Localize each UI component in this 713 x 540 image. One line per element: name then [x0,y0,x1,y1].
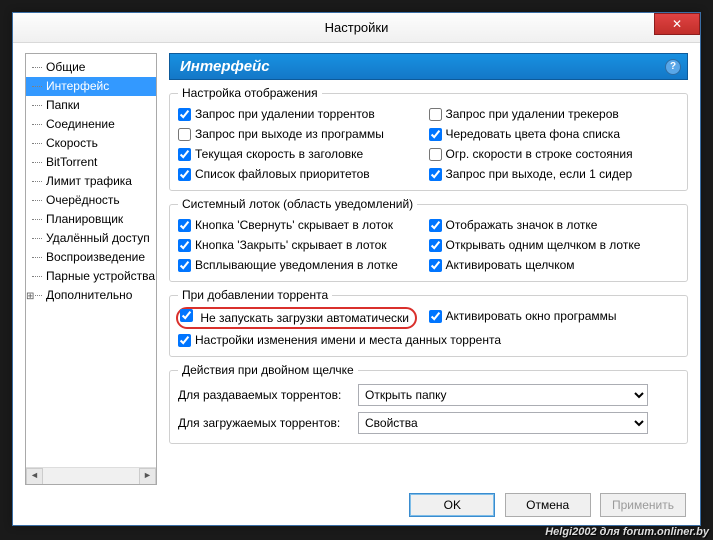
seeding-action-label: Для раздаваемых торрентов: [178,388,358,402]
checkbox-label: Не запускать загрузки автоматически [200,311,409,325]
tree-item[interactable]: Воспроизведение [26,248,156,267]
apply-button[interactable]: Применить [600,493,686,517]
tree-item[interactable]: Планировщик [26,210,156,229]
display-checkbox[interactable] [429,168,442,181]
display-settings-group: Настройка отображения Запрос при удалени… [169,86,688,191]
highlighted-option: Не запускать загрузки автоматически [176,307,417,329]
downloading-action-select[interactable]: Свойства [358,412,648,434]
display-checkbox[interactable] [178,168,191,181]
rename-location-checkbox[interactable] [178,334,191,347]
checkbox-label: Отображать значок в лотке [446,216,598,234]
systray-checkbox[interactable] [178,239,191,252]
close-button[interactable]: ✕ [654,13,700,35]
tree-item[interactable]: Интерфейс [26,77,156,96]
close-icon: ✕ [672,17,682,31]
section-header: Интерфейс ? [169,53,688,80]
systray-checkbox[interactable] [178,259,191,272]
checkbox-label: Кнопка 'Закрыть' скрывает в лоток [195,236,387,254]
no-autostart-checkbox[interactable] [180,309,193,322]
systray-checkbox[interactable] [429,259,442,272]
window-title: Настройки [325,20,389,35]
on-add-torrent-group: При добавлении торрента Не запускать заг… [169,288,688,357]
tree-item[interactable]: BitTorrent [26,153,156,172]
checkbox-label: Настройки изменения имени и места данных… [195,331,501,349]
checkbox-label: Текущая скорость в заголовке [195,145,363,163]
ok-button[interactable]: OK [409,493,495,517]
scroll-left-button[interactable]: ◄ [26,468,43,485]
checkbox-label: Запрос при удалении трекеров [446,105,619,123]
help-icon[interactable]: ? [665,59,681,75]
group-legend: Действия при двойном щелчке [178,363,358,377]
activate-window-checkbox[interactable] [429,310,442,323]
group-legend: Системный лоток (область уведомлений) [178,197,417,211]
doubleclick-group: Действия при двойном щелчке Для раздавае… [169,363,688,444]
display-checkbox[interactable] [429,148,442,161]
watermark: Helgi2002 для forum.onliner.by [545,526,709,538]
cancel-button[interactable]: Отмена [505,493,591,517]
checkbox-label: Открывать одним щелчком в лотке [446,236,641,254]
checkbox-label: Список файловых приоритетов [195,165,370,183]
display-checkbox[interactable] [429,108,442,121]
settings-dialog: Настройки ✕ ОбщиеИнтерфейсПапкиСоединени… [12,12,701,526]
display-checkbox[interactable] [178,148,191,161]
display-checkbox[interactable] [178,108,191,121]
systray-group: Системный лоток (область уведомлений) Кн… [169,197,688,282]
systray-checkbox[interactable] [429,219,442,232]
checkbox-label: Активировать окно программы [446,307,617,325]
checkbox-label: Чередовать цвета фона списка [446,125,621,143]
group-legend: При добавлении торрента [178,288,332,302]
checkbox-label: Запрос при выходе, если 1 сидер [446,165,633,183]
scroll-right-button[interactable]: ► [139,468,156,485]
horizontal-scrollbar[interactable]: ◄ ► [26,467,156,484]
tree-item[interactable]: Лимит трафика [26,172,156,191]
systray-checkbox[interactable] [178,219,191,232]
tree-item[interactable]: Папки [26,96,156,115]
tree-item[interactable]: Соединение [26,115,156,134]
category-tree[interactable]: ОбщиеИнтерфейсПапкиСоединениеСкоростьBit… [25,53,157,485]
dialog-buttons: OK Отмена Применить [13,483,700,527]
checkbox-label: Запрос при выходе из программы [195,125,384,143]
tree-item[interactable]: Скорость [26,134,156,153]
tree-item[interactable]: Очерёдность [26,191,156,210]
group-legend: Настройка отображения [178,86,322,100]
titlebar: Настройки ✕ [13,13,700,43]
section-title: Интерфейс [180,58,270,75]
systray-checkbox[interactable] [429,239,442,252]
checkbox-label: Кнопка 'Свернуть' скрывает в лоток [195,216,393,234]
checkbox-label: Огр. скорости в строке состояния [446,145,633,163]
checkbox-label: Активировать щелчком [446,256,575,274]
display-checkbox[interactable] [178,128,191,141]
display-checkbox[interactable] [429,128,442,141]
tree-item[interactable]: Удалённый доступ [26,229,156,248]
checkbox-label: Запрос при удалении торрентов [195,105,375,123]
tree-item[interactable]: Парные устройства [26,267,156,286]
downloading-action-label: Для загружаемых торрентов: [178,416,358,430]
seeding-action-select[interactable]: Открыть папку [358,384,648,406]
tree-item[interactable]: Дополнительно [26,286,156,305]
tree-item[interactable]: Общие [26,58,156,77]
checkbox-label: Всплывающие уведомления в лотке [195,256,398,274]
